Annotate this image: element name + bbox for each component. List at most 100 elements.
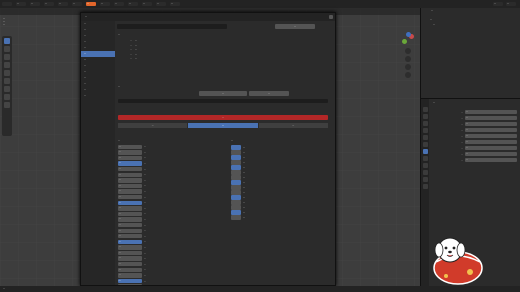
keymap-key[interactable]: -- [118,183,142,189]
dialog-nav-item[interactable]: -- [81,93,115,99]
option-toggle[interactable] [231,145,241,150]
property-field[interactable]: -- [465,152,517,156]
dialog-tab[interactable]: -- [188,123,258,128]
keymap-key[interactable]: -- [118,228,142,233]
keymap-key[interactable]: -- [118,206,142,211]
property-field[interactable]: -- [465,116,517,120]
menu-item[interactable]: -- [16,2,26,6]
keymap-key[interactable]: -- [118,150,142,155]
output-icon[interactable] [422,121,428,126]
red-action-bar[interactable]: -- [118,115,328,120]
action-button-secondary[interactable]: -- [249,91,289,96]
option-toggle[interactable] [231,170,241,175]
keymap-key[interactable]: -- [118,256,142,261]
cursor-icon[interactable] [4,46,10,52]
property-field[interactable]: -- [465,158,517,162]
option-toggle[interactable] [231,155,241,160]
property-field[interactable]: -- [465,134,517,138]
option-toggle[interactable] [231,185,241,190]
transform-icon[interactable] [4,78,10,84]
grid-icon[interactable] [405,72,411,78]
physics-icon[interactable] [422,163,428,168]
menu-item[interactable]: -- [72,2,82,6]
option-toggle[interactable] [231,210,241,215]
workspace-tab[interactable]: -- [100,2,110,6]
data-icon[interactable] [422,177,428,182]
pan-icon[interactable] [405,56,411,62]
app-menu-icon[interactable] [2,2,12,6]
camera-icon[interactable] [405,64,411,70]
keymap-key[interactable]: -- [118,189,142,194]
option-toggle[interactable] [231,205,241,210]
keymap-key[interactable]: -- [118,239,142,245]
workspace-tab[interactable]: -- [86,2,96,6]
material-icon[interactable] [422,184,428,189]
action-button-primary[interactable]: -- [199,91,247,96]
modifier-icon[interactable] [422,156,428,161]
property-field[interactable]: -- [465,140,517,144]
outliner-item[interactable]: -- [427,23,517,28]
workspace-tab[interactable]: -- [142,2,152,6]
keymap-key[interactable]: -- [118,200,142,205]
topbar-right-item[interactable]: -- [506,2,516,6]
workspace-tab[interactable]: -- [170,2,180,6]
keymap-key[interactable]: -- [118,161,142,166]
workspace-tab[interactable]: -- [156,2,166,6]
keymap-key[interactable]: -- [118,217,142,222]
dialog-tab[interactable]: -- [118,123,188,128]
scene-icon[interactable] [422,135,428,140]
move-icon[interactable] [4,54,10,60]
workspace-tab[interactable]: -- [114,2,124,6]
view-layer-icon[interactable] [422,128,428,133]
property-field[interactable]: -- [465,146,517,150]
keymap-key[interactable]: -- [118,234,142,239]
keymap-key[interactable]: -- [118,155,142,161]
world-icon[interactable] [422,142,428,147]
zoom-icon[interactable] [405,48,411,54]
keymap-key[interactable]: -- [118,172,142,177]
annotate-icon[interactable] [4,86,10,92]
axis-y-icon[interactable] [402,39,407,44]
top-button[interactable]: -- [275,24,315,29]
menu-item[interactable]: -- [30,2,40,6]
keymap-key[interactable]: -- [118,278,142,284]
keymap-key[interactable]: -- [118,144,142,149]
scale-icon[interactable] [4,70,10,76]
menu-item[interactable]: -- [58,2,68,6]
add-icon[interactable] [4,102,10,108]
navigation-gizmo[interactable] [400,32,416,82]
measure-icon[interactable] [4,94,10,100]
render-icon[interactable] [422,114,428,119]
tool-icon[interactable] [422,107,428,112]
option-toggle[interactable] [231,190,241,195]
option-toggle[interactable] [231,150,241,155]
keymap-key[interactable]: -- [118,262,142,267]
keymap-key[interactable]: -- [118,166,142,172]
property-field[interactable]: -- [465,122,517,126]
option-toggle[interactable] [231,180,241,185]
keymap-key[interactable]: -- [118,273,142,278]
option-toggle[interactable] [231,195,241,200]
rotate-icon[interactable] [4,62,10,68]
workspace-tab[interactable]: -- [128,2,138,6]
keymap-key[interactable]: -- [118,245,142,250]
axis-z-icon[interactable] [406,32,411,37]
select-icon[interactable] [4,38,10,44]
topbar-right-item[interactable]: -- [493,2,503,6]
keymap-key[interactable]: -- [118,222,142,228]
property-field[interactable]: -- [465,128,517,132]
object-icon[interactable] [422,149,428,154]
option-toggle[interactable] [231,200,241,205]
property-field[interactable]: -- [465,110,517,114]
search-input[interactable] [117,24,227,29]
keymap-key[interactable]: -- [118,267,142,273]
option-toggle[interactable] [231,165,241,170]
close-icon[interactable] [329,15,333,19]
option-toggle[interactable] [231,175,241,180]
keymap-key[interactable]: -- [118,211,142,217]
option-toggle[interactable] [231,160,241,165]
keymap-key[interactable]: -- [118,250,142,256]
keymap-key[interactable]: -- [118,178,142,183]
keymap-key[interactable]: -- [118,194,142,200]
menu-item[interactable]: -- [44,2,54,6]
